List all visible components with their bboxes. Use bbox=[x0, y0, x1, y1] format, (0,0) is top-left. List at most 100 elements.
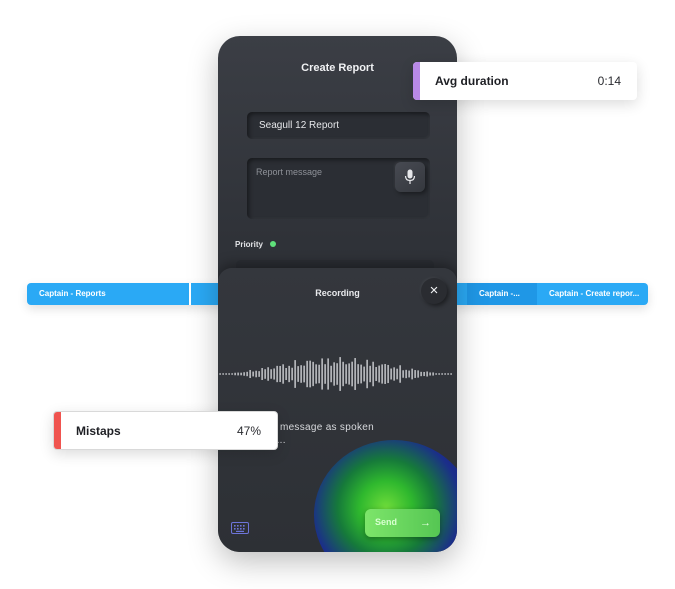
waveform-bar bbox=[294, 360, 296, 388]
waveform-bar bbox=[243, 372, 245, 376]
waveform-bar bbox=[279, 365, 281, 383]
waveform-bar bbox=[333, 362, 335, 386]
waveform-bar bbox=[330, 365, 332, 383]
waveform-bar bbox=[387, 364, 389, 384]
send-label: Send bbox=[375, 517, 398, 527]
avg-duration-value: 0:14 bbox=[597, 74, 621, 88]
waveform-bar bbox=[303, 365, 305, 383]
waveform-bar bbox=[321, 358, 323, 390]
card-accent bbox=[413, 62, 420, 100]
waveform-bar bbox=[312, 361, 314, 387]
report-title-input[interactable]: Seagull 12 Report bbox=[247, 112, 430, 139]
waveform-bar bbox=[369, 365, 371, 383]
waveform-bar bbox=[339, 357, 341, 391]
card-accent bbox=[54, 412, 61, 449]
waveform-bar bbox=[408, 370, 410, 378]
waveform-bar bbox=[402, 370, 404, 378]
waveform-bar bbox=[222, 373, 224, 375]
waveform-bar bbox=[348, 363, 350, 385]
waveform-bar bbox=[246, 371, 248, 377]
waveform-bar bbox=[219, 373, 221, 375]
waveform-bar bbox=[411, 368, 413, 380]
waveform-bar bbox=[240, 372, 242, 376]
waveform-bar bbox=[252, 371, 254, 377]
waveform-bar bbox=[435, 373, 437, 375]
waveform-bar bbox=[249, 369, 251, 379]
timeline-segment-create-report[interactable]: Captain - Create repor... bbox=[537, 283, 648, 305]
recording-sheet: Recording × a report message as spoken C… bbox=[218, 268, 457, 552]
waveform-bar bbox=[276, 365, 278, 383]
close-icon: × bbox=[429, 282, 439, 299]
waveform-bar bbox=[357, 364, 359, 384]
waveform-bar bbox=[318, 364, 320, 384]
waveform-bar bbox=[447, 373, 449, 375]
waveform-bar bbox=[420, 371, 422, 377]
waveform-bar bbox=[378, 365, 380, 383]
avg-duration-label: Avg duration bbox=[435, 74, 509, 88]
arrow-right-icon: → bbox=[420, 517, 431, 529]
waveform-bar bbox=[258, 371, 260, 377]
waveform-bar bbox=[306, 360, 308, 388]
priority-label: Priority bbox=[235, 240, 264, 249]
waveform-bar bbox=[345, 364, 347, 384]
waveform-bar bbox=[375, 367, 377, 381]
waveform-bar bbox=[234, 372, 236, 376]
waveform-bar bbox=[300, 365, 302, 383]
waveform-bar bbox=[438, 373, 440, 375]
waveform-bar bbox=[444, 373, 446, 375]
waveform-bar bbox=[225, 373, 227, 375]
waveform-bar bbox=[414, 370, 416, 378]
microphone-button[interactable] bbox=[395, 162, 425, 192]
waveform-bar bbox=[423, 371, 425, 377]
waveform-bar bbox=[261, 368, 263, 380]
waveform-bar bbox=[417, 370, 419, 378]
mistaps-label: Mistaps bbox=[76, 424, 121, 438]
waveform-bar bbox=[399, 365, 401, 383]
waveform-bar bbox=[390, 368, 392, 380]
audio-waveform bbox=[219, 357, 452, 391]
waveform-bar bbox=[450, 373, 452, 375]
waveform-bar bbox=[267, 367, 269, 381]
waveform-bar bbox=[441, 373, 443, 375]
waveform-bar bbox=[336, 363, 338, 385]
avg-duration-card: Avg duration 0:14 bbox=[413, 62, 637, 100]
report-message-placeholder: Report message bbox=[256, 167, 323, 177]
waveform-bar bbox=[384, 364, 386, 384]
waveform-bar bbox=[354, 358, 356, 390]
phone-screen: Create Report Seagull 12 Report Report m… bbox=[218, 36, 457, 552]
waveform-bar bbox=[228, 373, 230, 375]
priority-status-dot bbox=[270, 241, 276, 247]
timeline-segment-reports[interactable]: Captain - Reports bbox=[27, 283, 189, 305]
timeline-segment-captain[interactable]: Captain -... bbox=[467, 283, 537, 305]
waveform-bar bbox=[366, 359, 368, 389]
waveform-bar bbox=[360, 364, 362, 384]
send-button[interactable]: Send → bbox=[365, 509, 440, 537]
waveform-bar bbox=[309, 360, 311, 388]
keyboard-icon[interactable] bbox=[231, 522, 249, 534]
waveform-bar bbox=[273, 368, 275, 380]
waveform-bar bbox=[282, 364, 284, 384]
waveform-bar bbox=[396, 368, 398, 380]
microphone-icon bbox=[404, 169, 416, 184]
waveform-bar bbox=[291, 367, 293, 381]
waveform-bar bbox=[270, 369, 272, 379]
close-button[interactable]: × bbox=[421, 278, 447, 304]
waveform-bar bbox=[324, 364, 326, 384]
waveform-bar bbox=[372, 361, 374, 387]
waveform-bar bbox=[327, 358, 329, 390]
report-title-value: Seagull 12 Report bbox=[259, 120, 340, 131]
waveform-bar bbox=[255, 370, 257, 378]
waveform-bar bbox=[426, 371, 428, 377]
mistaps-value: 47% bbox=[236, 424, 261, 438]
waveform-bar bbox=[351, 361, 353, 387]
waveform-bar bbox=[237, 372, 239, 376]
waveform-bar bbox=[288, 365, 290, 383]
waveform-bar bbox=[381, 364, 383, 384]
waveform-bar bbox=[363, 366, 365, 382]
waveform-bar bbox=[342, 361, 344, 387]
report-message-input[interactable]: Report message bbox=[247, 158, 430, 219]
waveform-bar bbox=[315, 364, 317, 384]
waveform-bar bbox=[297, 366, 299, 382]
waveform-bar bbox=[429, 372, 431, 376]
waveform-bar bbox=[264, 369, 266, 379]
